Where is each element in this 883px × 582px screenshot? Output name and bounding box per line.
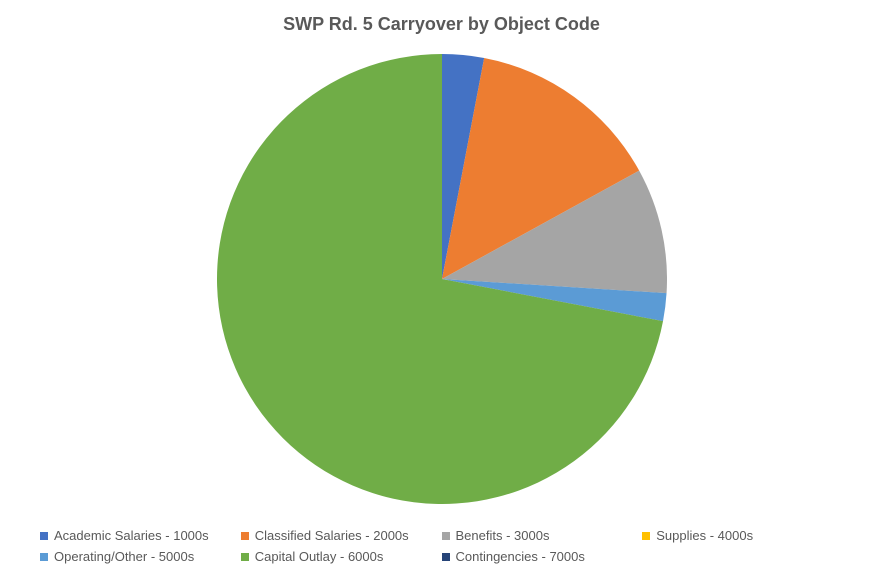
legend-item: Capital Outlay - 6000s <box>241 549 442 564</box>
legend-label: Supplies - 4000s <box>656 528 753 543</box>
legend-swatch-icon <box>642 532 650 540</box>
legend-label: Benefits - 3000s <box>456 528 550 543</box>
legend: Academic Salaries - 1000s Classified Sal… <box>40 528 843 564</box>
legend-item: Benefits - 3000s <box>442 528 643 543</box>
legend-swatch-icon <box>40 553 48 561</box>
legend-label: Capital Outlay - 6000s <box>255 549 384 564</box>
legend-swatch-icon <box>241 532 249 540</box>
legend-item: Operating/Other - 5000s <box>40 549 241 564</box>
legend-swatch-icon <box>442 553 450 561</box>
legend-label: Academic Salaries - 1000s <box>54 528 209 543</box>
pie-chart <box>217 54 667 504</box>
legend-swatch-icon <box>40 532 48 540</box>
legend-label: Contingencies - 7000s <box>456 549 585 564</box>
legend-item: Contingencies - 7000s <box>442 549 643 564</box>
legend-swatch-icon <box>241 553 249 561</box>
legend-label: Operating/Other - 5000s <box>54 549 194 564</box>
legend-item: Supplies - 4000s <box>642 528 843 543</box>
chart-title: SWP Rd. 5 Carryover by Object Code <box>0 14 883 35</box>
legend-swatch-icon <box>442 532 450 540</box>
legend-label: Classified Salaries - 2000s <box>255 528 409 543</box>
chart-container: SWP Rd. 5 Carryover by Object Code Acade… <box>0 0 883 582</box>
legend-item: Academic Salaries - 1000s <box>40 528 241 543</box>
legend-item: Classified Salaries - 2000s <box>241 528 442 543</box>
